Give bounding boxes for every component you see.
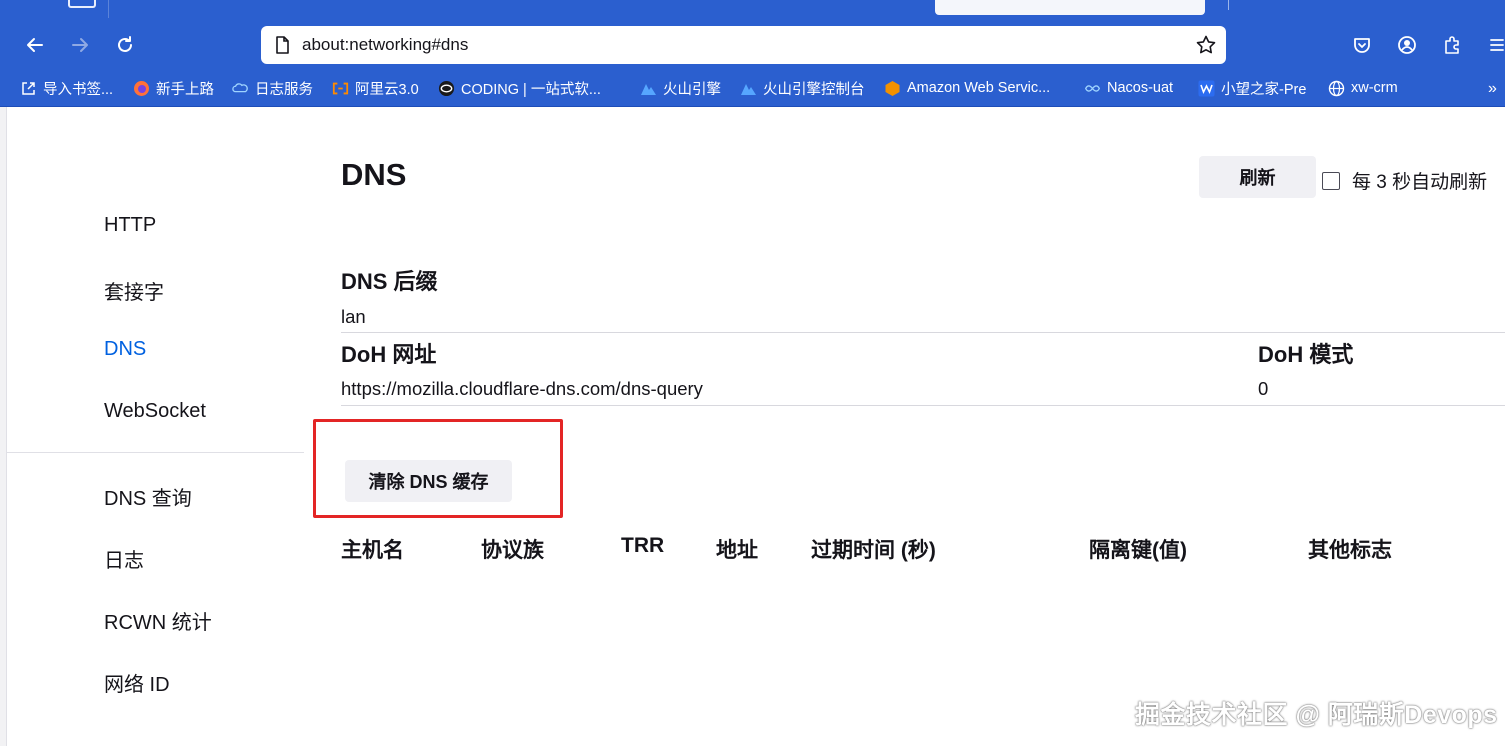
bookmark-item[interactable]: Nacos-uat	[1084, 78, 1173, 98]
page-content: HTTP 套接字 DNS WebSocket DNS 查询 日志 RCWN 统计…	[0, 107, 1505, 746]
bookmark-item[interactable]: 阿里云3.0	[332, 78, 419, 98]
back-arrow-icon	[27, 38, 43, 52]
table-header-trr: TRR	[621, 534, 665, 557]
firefox-icon	[133, 80, 150, 97]
row-divider	[341, 332, 1505, 333]
url-text[interactable]: about:networking#dns	[302, 35, 468, 55]
tab-separator	[108, 0, 109, 18]
table-header-expires: 过期时间 (秒)	[811, 539, 936, 562]
active-tab[interactable]	[935, 0, 1205, 15]
bookmark-item[interactable]: 新手上路	[133, 78, 214, 98]
bookmark-item[interactable]: 火山引擎控制台	[740, 78, 865, 98]
reload-icon	[118, 36, 132, 52]
table-header-origin-key: 隔离键(值)	[1089, 539, 1187, 562]
forward-button[interactable]	[65, 30, 95, 60]
auto-refresh-checkbox[interactable]	[1322, 171, 1340, 190]
sidebar-item-http[interactable]: HTTP	[104, 214, 156, 237]
dns-suffix-heading: DNS 后缀	[341, 269, 438, 294]
page-icon[interactable]	[273, 36, 291, 54]
reload-button[interactable]	[110, 30, 140, 60]
table-header-addresses: 地址	[716, 539, 758, 562]
hamburger-menu-icon	[1490, 39, 1504, 51]
menu-button[interactable]	[1482, 30, 1505, 60]
puzzle-icon	[1445, 36, 1459, 54]
auto-refresh-toggle[interactable]: 每 3 秒自动刷新	[1322, 167, 1487, 194]
back-button[interactable]	[20, 30, 50, 60]
bookmarks-toolbar: 导入书签... 新手上路 日志服务 阿里云3.0 CODING | 一站式软..…	[0, 70, 1505, 107]
bookmark-item[interactable]: Amazon Web Servic...	[884, 78, 1050, 98]
sidebar-item-websocket[interactable]: WebSocket	[104, 400, 206, 423]
sidebar-divider	[6, 452, 304, 453]
row-divider	[341, 405, 1505, 406]
cloud-icon	[232, 80, 249, 97]
watermark-text: 掘金技术社区 @ 阿瑞斯Devops	[1135, 701, 1498, 729]
import-icon	[20, 80, 37, 97]
tab-strip	[0, 0, 1505, 20]
bookmarks-overflow-chevron-icon[interactable]: »	[1488, 80, 1497, 98]
dns-suffix-value: lan	[341, 306, 366, 327]
sidebar-item-sockets[interactable]: 套接字	[104, 276, 164, 305]
bookmark-star-icon[interactable]	[1195, 34, 1217, 56]
sidebar-item-rcwn-stats[interactable]: RCWN 统计	[104, 606, 212, 635]
auto-refresh-label: 每 3 秒自动刷新	[1352, 172, 1488, 193]
main-panel: DNS 刷新 每 3 秒自动刷新 DNS 后缀 lan DoH 网址 DoH 模…	[313, 107, 1505, 746]
tab-separator	[1228, 0, 1229, 10]
refresh-button[interactable]: 刷新	[1199, 156, 1316, 198]
bookmark-item[interactable]: 小望之家-Pre	[1198, 78, 1306, 98]
account-button[interactable]	[1392, 30, 1422, 60]
bookmark-item[interactable]: xw-crm	[1328, 78, 1398, 98]
page-title: DNS	[341, 157, 407, 192]
sidebar: HTTP 套接字 DNS WebSocket DNS 查询 日志 RCWN 统计…	[6, 107, 304, 746]
nacos-icon	[1084, 80, 1101, 97]
pocket-button[interactable]	[1347, 30, 1377, 60]
doh-url-heading: DoH 网址	[341, 342, 437, 367]
doh-mode-heading: DoH 模式	[1258, 342, 1354, 367]
bookmark-item[interactable]: 火山引擎	[640, 78, 721, 98]
navigation-toolbar: about:networking#dns	[0, 20, 1505, 70]
account-icon	[1398, 36, 1416, 54]
sidebar-item-network-id[interactable]: 网络 ID	[104, 668, 170, 697]
table-header-hostname: 主机名	[341, 539, 404, 562]
sidebar-item-dns-lookup[interactable]: DNS 查询	[104, 482, 192, 511]
table-header-flags: 其他标志	[1308, 539, 1392, 562]
sidebar-item-dns[interactable]: DNS	[104, 338, 146, 361]
extensions-button[interactable]	[1437, 30, 1467, 60]
doh-url-value: https://mozilla.cloudflare-dns.com/dns-q…	[341, 378, 703, 399]
aliyun-icon	[332, 80, 349, 97]
wang-icon	[1198, 80, 1215, 97]
bookmark-item[interactable]: 导入书签...	[20, 78, 113, 98]
clear-dns-cache-button[interactable]: 清除 DNS 缓存	[345, 460, 512, 502]
sidebar-item-logging[interactable]: 日志	[104, 544, 144, 573]
doh-mode-value: 0	[1258, 378, 1269, 399]
forward-arrow-icon	[72, 38, 88, 52]
bookmark-item[interactable]: CODING | 一站式软...	[438, 78, 601, 98]
url-bar[interactable]: about:networking#dns	[261, 26, 1226, 64]
volcano-icon	[740, 80, 757, 97]
aws-icon	[884, 80, 901, 97]
bookmark-item[interactable]: 日志服务	[232, 78, 313, 98]
volcano-icon	[640, 80, 657, 97]
table-header-family: 协议族	[481, 539, 544, 562]
pocket-icon	[1354, 38, 1370, 53]
coding-icon	[438, 80, 455, 97]
globe-icon	[1328, 80, 1345, 97]
tab-overview-icon[interactable]	[68, 0, 96, 8]
